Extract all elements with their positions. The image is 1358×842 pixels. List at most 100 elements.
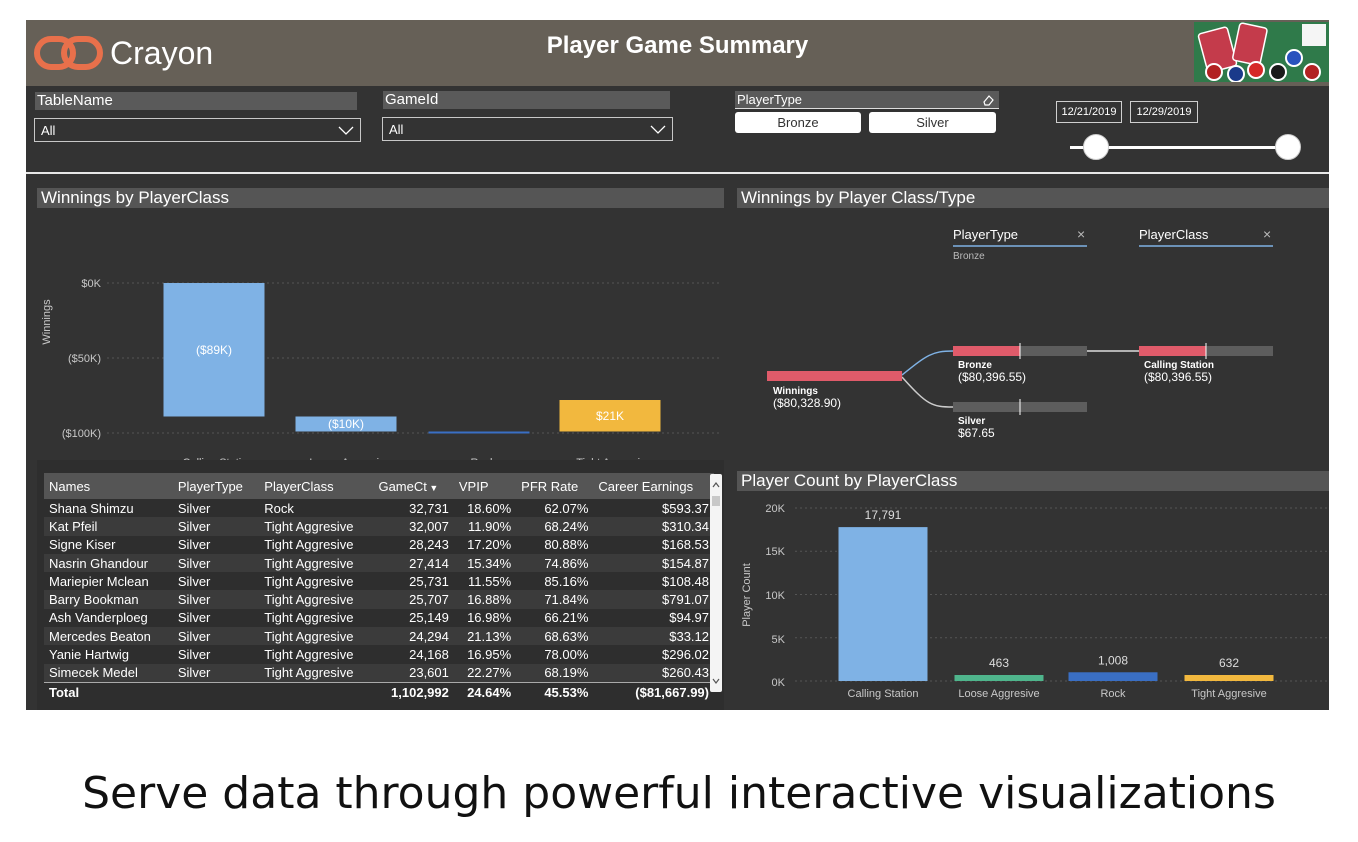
decomp-level-playerclass: PlayerClass — [1139, 227, 1209, 242]
table-total-cell — [172, 681, 260, 702]
count-data-label: 463 — [989, 656, 1009, 670]
table-cell: 16.88% — [453, 590, 517, 609]
eraser-icon[interactable] — [982, 94, 995, 106]
playertype-chip-silver[interactable]: Silver — [869, 112, 996, 133]
playertype-chip-bronze[interactable]: Bronze — [735, 112, 861, 133]
gameid-value: All — [389, 122, 404, 137]
table-cell: Silver — [177, 537, 211, 553]
count-ytick: 10K — [765, 590, 785, 602]
tablename-dropdown[interactable]: All — [34, 118, 361, 142]
table-header-cell[interactable]: VPIP — [453, 473, 517, 499]
table-cell: Mariepier Mclean — [49, 573, 149, 589]
scrollbar-thumb[interactable] — [712, 496, 720, 506]
table-row[interactable]: Mercedes Beaton Silver Tight Aggresive 24,2… — [44, 627, 714, 646]
table-header-cell[interactable]: Career Earnings — [593, 473, 714, 499]
close-icon[interactable]: × — [1263, 226, 1271, 242]
gameid-dropdown[interactable]: All — [382, 117, 673, 141]
count-bar[interactable] — [1184, 675, 1274, 681]
table-total-cell: ($81,667.99) — [593, 681, 714, 702]
table-cell: 68.19% — [516, 663, 594, 683]
waterfall-data-label: ($89K) — [196, 343, 232, 357]
table-header-cell[interactable]: PlayerType — [172, 473, 260, 499]
table-cell: 17.20% — [467, 537, 512, 553]
table-cell: $260.43 — [593, 663, 714, 683]
count-x-tick: Tight Aggresive — [1191, 688, 1266, 700]
count-bar[interactable] — [954, 675, 1044, 681]
table-total-cell: 45.53% — [516, 681, 594, 702]
count-panel-title: Player Count by PlayerClass — [737, 471, 1329, 491]
playertype-label: PlayerType — [737, 92, 803, 107]
table-cell: 25,707 — [373, 590, 454, 609]
table-cell: Mercedes Beaton — [44, 627, 173, 646]
chevron-down-icon[interactable] — [712, 678, 720, 684]
table-cell: Kat Pfeil — [44, 517, 173, 536]
decomp-root-bar[interactable] — [767, 371, 902, 381]
dashboard: Crayon Player Game Summary TableName All… — [26, 20, 1329, 710]
count-bars: 17,791 Calling Station 463 Loose Aggresive 1… — [838, 508, 1274, 700]
decomp-connector — [901, 350, 954, 376]
table-cell: 62.07% — [544, 500, 589, 516]
count-ytick: 0K — [772, 677, 786, 689]
date-slider-start-handle[interactable] — [1083, 134, 1109, 160]
count-bar[interactable] — [1068, 672, 1158, 681]
table-row[interactable]: Yanie Hartwig Silver Tight Aggresive 24,168… — [44, 645, 714, 663]
start-date-input[interactable]: 12/21/2019 — [1056, 101, 1122, 123]
table-cell: Barry Bookman — [44, 590, 173, 609]
waterfall-panel-title: Winnings by PlayerClass — [37, 188, 724, 208]
table-row[interactable]: Shana Shimzu Silver Rock 32,731 18.60% 62.07%… — [44, 499, 714, 517]
table-row[interactable]: Simecek Medel Silver Tight Aggresive 23,601… — [44, 663, 714, 683]
table-scrollbar[interactable] — [710, 474, 722, 692]
end-date-input[interactable]: 12/29/2019 — [1130, 101, 1198, 123]
header-bar: Crayon Player Game Summary — [26, 20, 1329, 86]
count-data-label: 17,791 — [865, 508, 902, 522]
table-cell: Tight Aggresive — [259, 517, 374, 536]
waterfall-chart[interactable]: Winnings $0K ($50K) ($100K) ($89K)Callin… — [37, 210, 724, 460]
decomp-node-bronze-bar[interactable] — [953, 346, 1020, 356]
decomp-connector — [901, 376, 954, 408]
count-bar[interactable] — [838, 527, 928, 681]
table-cell: 25,149 — [409, 610, 449, 626]
table-cell: 16.95% — [467, 647, 512, 663]
count-ytick: 15K — [765, 546, 785, 558]
table-row[interactable]: Signe Kiser Silver Tight Aggresive 28,243 17… — [44, 536, 714, 554]
table-row[interactable]: Nasrin Ghandour Silver Tight Aggresive 27,4… — [44, 553, 714, 573]
close-icon[interactable]: × — [1077, 226, 1085, 242]
count-data-label: 1,008 — [1098, 653, 1128, 667]
date-slider-end-handle[interactable] — [1275, 134, 1301, 160]
chevron-down-icon — [338, 126, 354, 135]
table-header-cell[interactable]: GameCt ▼ — [373, 473, 454, 499]
playertype-slicer-title: PlayerType — [735, 91, 999, 109]
table-header-cell[interactable]: Names — [44, 473, 173, 499]
waterfall-bar[interactable] — [428, 431, 530, 434]
table-header-cell[interactable]: PlayerClass — [259, 473, 374, 499]
table-cell: Tight Aggresive — [259, 663, 374, 683]
waterfall-data-label: ($10K) — [328, 417, 364, 431]
player-count-chart[interactable]: Player Count 20K 15K 10K 5K 0K 17,791 Cal… — [737, 493, 1329, 710]
player-table[interactable]: Names PlayerType PlayerClass GameCt ▼ VPIP PF… — [44, 473, 714, 702]
table-cell: Tight Aggresive — [259, 627, 374, 646]
table-cell: Tight Aggresive — [259, 590, 374, 609]
gameid-slicer-title: GameId — [383, 91, 670, 109]
decomp-node-value: $67.65 — [958, 426, 995, 440]
table-row[interactable]: Ash Vanderploeg Silver Tight Aggresive 25,1… — [44, 609, 714, 627]
decomp-root-value: ($80,328.90) — [773, 396, 841, 410]
table-cell: Silver — [172, 627, 260, 646]
table-row[interactable]: Mariepier Mclean Silver Tight Aggresive 25,… — [44, 572, 714, 590]
table-cell: $108.48 — [662, 573, 709, 589]
table-cell: Tight Aggresive — [264, 573, 354, 589]
chevron-up-icon[interactable] — [712, 482, 720, 488]
table-header-cell[interactable]: PFR Rate — [516, 473, 594, 499]
decomposition-tree[interactable]: PlayerType × Bronze PlayerClass × Winnin… — [737, 210, 1329, 460]
table-cell: Signe Kiser — [49, 537, 116, 553]
table-cell: 71.84% — [516, 590, 594, 609]
table-row[interactable]: Barry Bookman Silver Tight Aggresive 25,707… — [44, 590, 714, 609]
table-cell: 32,731 — [409, 500, 449, 516]
decomp-panel-title: Winnings by Player Class/Type — [737, 188, 1329, 208]
table-row[interactable]: Kat Pfeil Silver Tight Aggresive 32,007 11.9… — [44, 517, 714, 536]
table-cell: Silver — [177, 573, 211, 589]
sort-desc-icon[interactable]: ▼ — [427, 483, 438, 493]
waterfall-ytick: ($50K) — [68, 353, 101, 365]
decomp-node-calling-station-bar[interactable] — [1139, 346, 1206, 356]
count-y-axis-label: Player Count — [741, 563, 753, 627]
section-divider — [26, 172, 1329, 174]
